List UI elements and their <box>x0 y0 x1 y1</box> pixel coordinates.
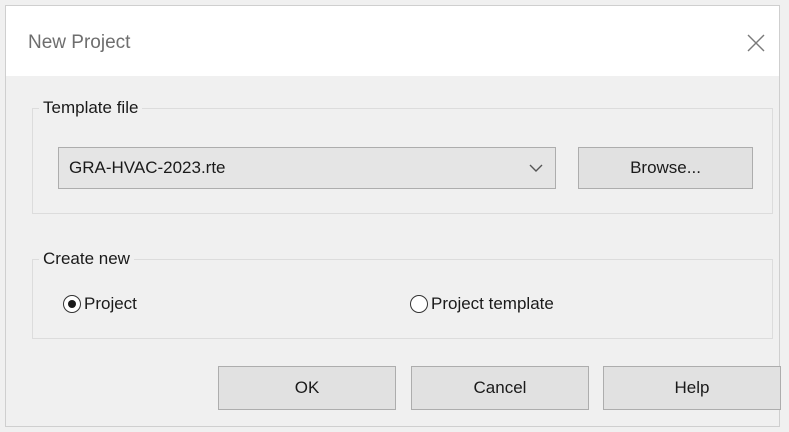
radio-unselected-icon <box>410 295 428 313</box>
template-file-value: GRA-HVAC-2023.rte <box>69 158 226 177</box>
radio-project-label: Project <box>84 294 137 313</box>
radio-selected-icon <box>63 295 81 313</box>
create-new-label: Create new <box>39 249 134 269</box>
new-project-dialog: New Project Template file GRA-HVAC-2023.… <box>5 5 781 427</box>
ok-button[interactable]: OK <box>218 366 396 410</box>
title-bar: New Project <box>6 6 779 76</box>
create-new-group: Create new Project Project template <box>32 249 773 339</box>
dialog-title: New Project <box>28 32 131 53</box>
chevron-down-icon <box>527 161 545 175</box>
cancel-button[interactable]: Cancel <box>411 366 589 410</box>
close-icon <box>747 34 765 52</box>
radio-project-template-label: Project template <box>431 294 554 313</box>
template-file-dropdown[interactable]: GRA-HVAC-2023.rte <box>58 147 556 189</box>
template-file-group: Template file GRA-HVAC-2023.rte Browse..… <box>32 98 773 214</box>
browse-button[interactable]: Browse... <box>578 147 753 189</box>
template-file-label: Template file <box>39 98 143 118</box>
help-button[interactable]: Help <box>603 366 781 410</box>
close-button[interactable] <box>741 28 771 58</box>
radio-project-template[interactable]: Project template <box>410 294 554 314</box>
radio-project[interactable]: Project <box>63 294 137 314</box>
